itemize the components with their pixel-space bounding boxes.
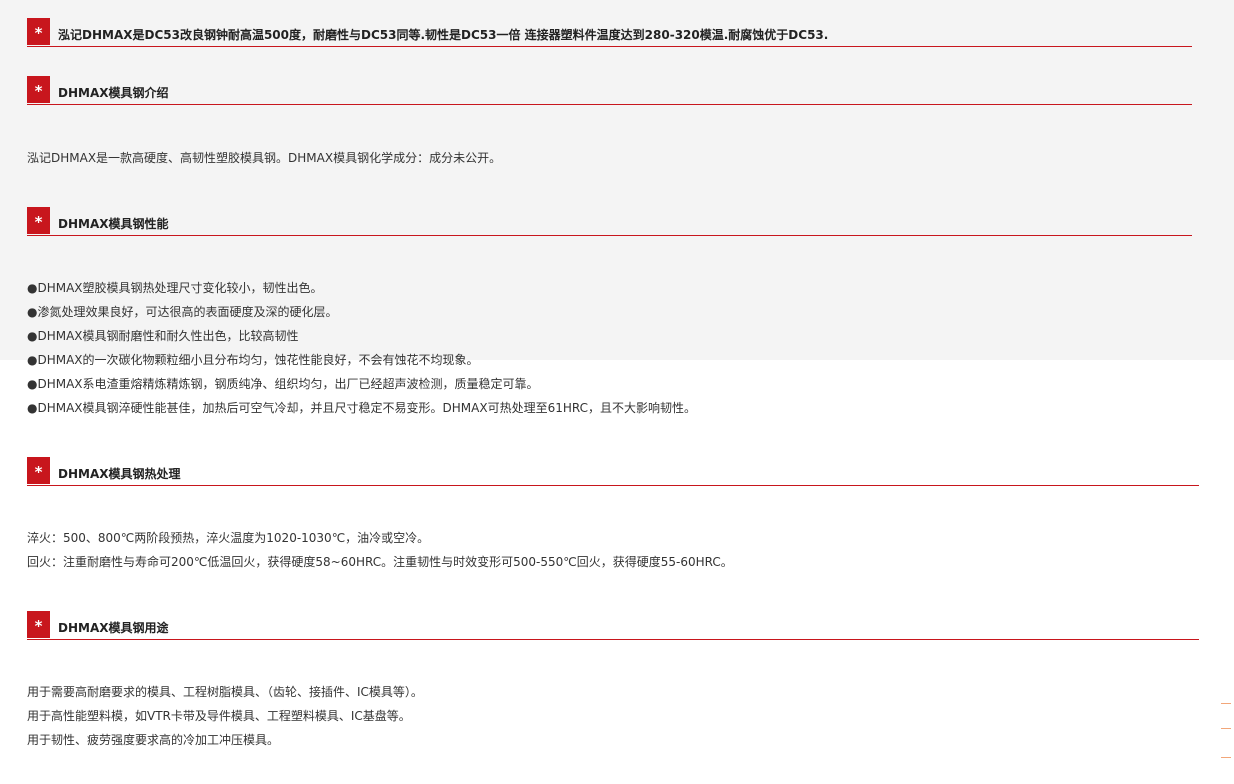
intro-header: * DHMAX模具钢介绍 bbox=[27, 75, 1192, 105]
star-marker-icon: * bbox=[27, 456, 50, 484]
article-content: * 泓记DHMAX是DC53改良钢钟耐高温500度，耐磨性与DC53同等.韧性是… bbox=[0, 0, 1234, 784]
performance-item: ●DHMAX的一次碳化物颗粒细小且分布均匀，蚀花性能良好，不会有蚀花不均现象。 bbox=[27, 353, 479, 367]
headline-header: * 泓记DHMAX是DC53改良钢钟耐高温500度，耐磨性与DC53同等.韧性是… bbox=[27, 17, 1192, 47]
applications-item: 用于高性能塑料模，如VTR卡带及导件模具、工程塑料模具、IC基盘等。 bbox=[27, 709, 411, 723]
performance-item: ●DHMAX塑胶模具钢热处理尺寸变化较小，韧性出色。 bbox=[27, 281, 323, 295]
performance-header: * DHMAX模具钢性能 bbox=[27, 206, 1192, 236]
star-marker-icon: * bbox=[27, 75, 50, 103]
headline-title: 泓记DHMAX是DC53改良钢钟耐高温500度，耐磨性与DC53同等.韧性是DC… bbox=[58, 27, 829, 42]
performance-title: DHMAX模具钢性能 bbox=[58, 216, 169, 231]
applications-header: * DHMAX模具钢用途 bbox=[27, 610, 1199, 640]
heat-treatment-title: DHMAX模具钢热处理 bbox=[58, 466, 181, 481]
intro-title: DHMAX模具钢介绍 bbox=[58, 85, 169, 100]
star-marker-icon: * bbox=[27, 610, 50, 638]
heat-treatment-item: 回火：注重耐磨性与寿命可200℃低温回火，获得硬度58~60HRC。注重韧性与时… bbox=[27, 555, 733, 569]
edge-decoration bbox=[1221, 703, 1231, 704]
performance-item: ●DHMAX模具钢耐磨性和耐久性出色，比较高韧性 bbox=[27, 329, 299, 343]
star-marker-icon: * bbox=[27, 206, 50, 234]
star-marker-icon: * bbox=[27, 17, 50, 45]
performance-item: ●渗氮处理效果良好，可达很高的表面硬度及深的硬化层。 bbox=[27, 305, 338, 319]
heat-treatment-header: * DHMAX模具钢热处理 bbox=[27, 456, 1199, 486]
applications-item: 用于韧性、疲劳强度要求高的冷加工冲压模具。 bbox=[27, 733, 280, 747]
edge-decoration bbox=[1221, 757, 1231, 758]
performance-item: ●DHMAX模具钢淬硬性能甚佳，加热后可空气冷却，并且尺寸稳定不易变形。DHMA… bbox=[27, 401, 696, 415]
intro-text: 泓记DHMAX是一款高硬度、高韧性塑胶模具钢。DHMAX模具钢化学成分：成分未公… bbox=[27, 151, 502, 165]
applications-title: DHMAX模具钢用途 bbox=[58, 620, 169, 635]
edge-decoration bbox=[1221, 728, 1231, 729]
performance-item: ●DHMAX系电渣重熔精炼精炼钢，钢质纯净、组织均匀，出厂已经超声波检测，质量稳… bbox=[27, 377, 539, 391]
applications-item: 用于需要高耐磨要求的模具、工程树脂模具、（齿轮、接插件、IC模具等）。 bbox=[27, 685, 423, 699]
heat-treatment-item: 淬火：500、800℃两阶段预热，淬火温度为1020-1030℃，油冷或空冷。 bbox=[27, 531, 430, 545]
